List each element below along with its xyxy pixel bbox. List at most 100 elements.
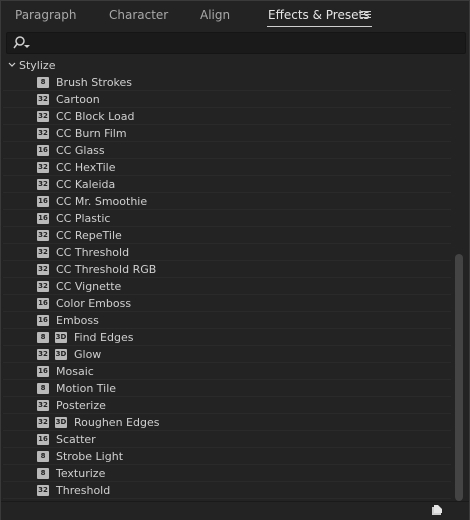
item-label: Cartoon [56,93,100,106]
item-label: Emboss [56,314,99,327]
badge-label: 8 [40,452,46,460]
item-label: Roughen Edges [74,416,160,429]
item-label: Threshold [56,484,111,497]
list-item[interactable]: 16 Emboss [3,312,451,329]
list-item[interactable]: 32 CC RepeTile [3,227,451,244]
list-item[interactable]: 16 Mosaic [3,363,451,380]
tab-character[interactable]: Character [109,8,168,22]
item-label: Scatter [56,433,96,446]
list-item[interactable]: 32 CC HexTile [3,159,451,176]
item-label: Glow [74,348,102,361]
item-label: CC Plastic [56,212,111,225]
badge-label: 32 [38,486,48,494]
list-item[interactable]: 32 Threshold [3,482,451,499]
tab-align[interactable]: Align [200,8,230,22]
list-item[interactable]: 32 3D Roughen Edges [3,414,451,431]
bit-depth-badge-icon: 8 [37,383,49,394]
list-item[interactable]: 32 3D Glow [3,346,451,363]
badge-label: 32 [38,248,48,256]
badge-label: 32 [38,231,48,239]
item-label: CC HexTile [56,161,116,174]
list-item[interactable]: 16 Color Emboss [3,295,451,312]
badge-label: 32 [38,265,48,273]
new-folder-icon[interactable] [431,504,443,516]
item-label: CC Burn Film [56,127,127,140]
badge-label: 32 [38,163,48,171]
item-label: Texturize [56,467,106,480]
list-item[interactable]: 16 CC Glass [3,142,451,159]
bit-depth-badge-icon: 32 [37,128,49,139]
badge-label: 16 [38,435,48,443]
list-item[interactable]: 8 3D Find Edges [3,329,451,346]
bit-depth-badge-icon: 16 [37,145,49,156]
bit-depth-badge-icon: 16 [37,213,49,224]
list-item[interactable]: 8 Motion Tile [3,380,451,397]
bit-depth-badge-icon: 3D [55,417,67,428]
bit-depth-badge-icon: 32 [37,94,49,105]
list-item[interactable]: 32 CC Burn Film [3,125,451,142]
badge-label: 3D [55,350,67,358]
bit-depth-badge-icon: 8 [37,77,49,88]
list-item[interactable]: 32 CC Threshold RGB [3,261,451,278]
badge-label: 32 [38,129,48,137]
scrollbar-thumb[interactable] [455,254,463,501]
bit-depth-badge-icon: 32 [37,162,49,173]
item-label: Color Emboss [56,297,132,310]
badge-label: 16 [38,299,48,307]
item-label: Find Edges [74,331,134,344]
badge-label: 8 [40,333,46,341]
bit-depth-badge-icon: 32 [37,485,49,496]
list-item[interactable]: 16 Scatter [3,431,451,448]
panel-footer [1,501,469,520]
bit-depth-badge-icon: 32 [37,179,49,190]
bit-depth-badge-icon: 8 [37,332,49,343]
item-label: CC Block Load [56,110,135,123]
list-item[interactable]: 8 Strobe Light [3,448,451,465]
search-field[interactable] [6,32,466,54]
category-label: Stylize [19,59,56,72]
badge-label: 16 [38,197,48,205]
panel-tab-bar: Paragraph Character Align Effects & Pres… [1,1,469,31]
item-label: CC Threshold RGB [56,263,157,276]
bit-depth-badge-icon: 16 [37,434,49,445]
bit-depth-badge-icon: 16 [37,196,49,207]
list-item[interactable]: 8 Brush Strokes [3,74,451,91]
tab-effects-presets[interactable]: Effects & Presets [268,8,369,22]
badge-label: 8 [40,78,46,86]
badge-label: 16 [38,316,48,324]
bit-depth-badge-icon: 32 [37,281,49,292]
bit-depth-badge-icon: 32 [37,400,49,411]
tab-paragraph[interactable]: Paragraph [15,8,76,22]
bit-depth-badge-icon: 16 [37,366,49,377]
effects-tree: Stylize 8 Brush Strokes 32 Cartoon 32 CC Bloc… [3,57,451,502]
list-item[interactable]: 32 CC Kaleida [3,176,451,193]
list-item[interactable]: 16 CC Plastic [3,210,451,227]
bit-depth-badge-icon: 3D [55,349,67,360]
badge-label: 32 [38,401,48,409]
item-label: CC Kaleida [56,178,116,191]
item-label: CC Mr. Smoothie [56,195,148,208]
list-item[interactable]: 32 Cartoon [3,91,451,108]
bit-depth-badge-icon: 3D [55,332,67,343]
effects-presets-panel: Paragraph Character Align Effects & Pres… [0,0,470,520]
list-item[interactable]: 32 CC Vignette [3,278,451,295]
badge-label: 16 [38,146,48,154]
bit-depth-badge-icon: 32 [37,111,49,122]
list-item[interactable]: 8 Texturize [3,465,451,482]
badge-label: 8 [40,384,46,392]
bit-depth-badge-icon: 16 [37,315,49,326]
item-label: CC RepeTile [56,229,122,242]
item-label: Posterize [56,399,106,412]
category-stylize[interactable]: Stylize [3,57,451,74]
chevron-down-icon[interactable] [8,61,16,69]
bit-depth-badge-icon: 8 [37,468,49,479]
list-item[interactable]: 32 CC Threshold [3,244,451,261]
badge-label: 32 [38,112,48,120]
search-input[interactable] [37,35,461,52]
search-icon[interactable] [11,35,31,51]
bit-depth-badge-icon: 16 [37,298,49,309]
list-item[interactable]: 32 CC Block Load [3,108,451,125]
list-item[interactable]: 32 Posterize [3,397,451,414]
list-item[interactable]: 16 CC Mr. Smoothie [3,193,451,210]
hamburger-menu-icon[interactable] [361,9,371,21]
